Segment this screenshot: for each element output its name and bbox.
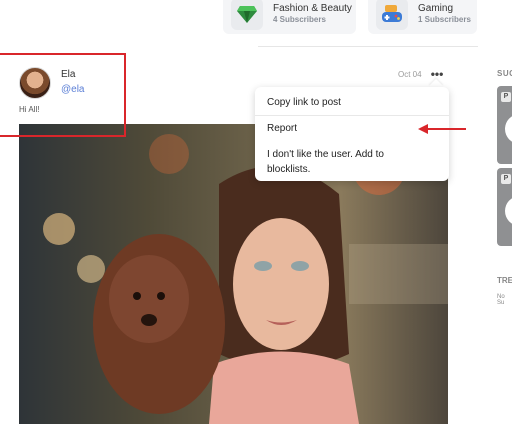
trending-title: TRE <box>497 276 512 285</box>
category-subscribers: 4 Subscribers <box>273 15 326 25</box>
suggestion-card[interactable]: P <box>497 86 512 164</box>
suggestion-badge: P <box>501 174 511 184</box>
suggestion-avatar <box>505 196 512 226</box>
gem-icon <box>231 0 263 30</box>
arrow-annotation <box>418 124 466 134</box>
gamepad-icon <box>376 0 408 30</box>
trending-empty: No Su <box>497 294 505 306</box>
category-card-gaming[interactable]: Gaming 1 Subscribers <box>368 0 477 34</box>
category-name: Gaming <box>418 2 454 14</box>
category-name: Fashion & Beauty <box>273 2 352 14</box>
divider <box>258 46 478 47</box>
category-card-fashion[interactable]: Fashion & Beauty 4 Subscribers <box>223 0 356 34</box>
suggestions-title: SUG <box>497 69 512 78</box>
menu-divider <box>255 115 449 116</box>
more-options-icon[interactable]: ••• <box>430 68 444 80</box>
highlight-annotation <box>0 53 126 137</box>
suggestion-avatar <box>505 114 512 144</box>
category-subscribers: 1 Subscribers <box>418 15 471 25</box>
menu-item-report[interactable]: Report <box>267 122 417 137</box>
menu-item-copy-link[interactable]: Copy link to post <box>267 96 417 111</box>
post-date: Oct 04 <box>398 70 422 79</box>
menu-item-block-user[interactable]: I don't like the user. Add to blocklists… <box>267 148 417 177</box>
suggestion-badge: P <box>501 92 511 102</box>
suggestion-card[interactable]: P <box>497 168 512 246</box>
